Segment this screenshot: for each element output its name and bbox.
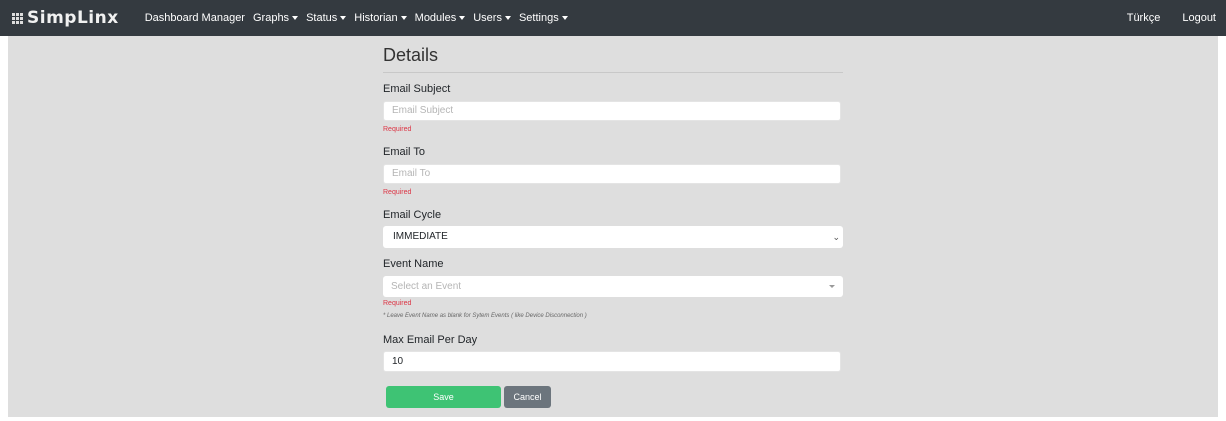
page-title: Details — [383, 45, 439, 65]
nav-modules[interactable]: Modules — [415, 12, 466, 24]
email-cycle-value: IMMEDIATE — [393, 231, 448, 242]
nav-graphs[interactable]: Graphs — [252, 12, 299, 24]
email-subject-input[interactable] — [383, 101, 841, 121]
nav-historian-label: Historian — [354, 12, 398, 24]
language-link[interactable]: Türkçe — [1127, 12, 1161, 24]
top-navbar: SimpLinx Dashboard Manager Graphs Status… — [0, 0, 1226, 36]
nav-modules-label: Modules — [414, 12, 457, 24]
caret-down-icon — [829, 285, 835, 288]
email-cycle-select[interactable]: IMMEDIATE ⌄ — [383, 226, 843, 248]
email-to-input[interactable] — [383, 164, 841, 184]
event-name-label: Event Name — [383, 258, 444, 270]
nav-dashboard-manager[interactable]: Dashboard Manager — [145, 12, 245, 24]
nav-dashboard-manager-label: Dashboard Manager — [144, 12, 245, 24]
nav-historian[interactable]: Historian — [354, 12, 407, 24]
event-name-error: Required — [383, 300, 412, 307]
email-subject-label: Email Subject — [383, 83, 451, 95]
caret-down-icon — [504, 16, 511, 20]
caret-down-icon — [561, 16, 568, 20]
email-to-error: Required — [383, 189, 412, 196]
save-button[interactable]: Save — [386, 386, 501, 408]
nav-status-label: Status — [306, 12, 338, 24]
brand-logo[interactable]: SimpLinx — [12, 8, 119, 28]
nav-graphs-label: Graphs — [252, 12, 290, 24]
brand-name: SimpLinx — [27, 8, 119, 28]
logout-link[interactable]: Logout — [1182, 12, 1216, 24]
title-divider — [383, 72, 843, 73]
caret-down-icon — [292, 16, 299, 20]
event-name-placeholder: Select an Event — [391, 281, 462, 292]
nav-settings-label: Settings — [518, 12, 559, 24]
grid-icon — [12, 12, 23, 24]
caret-down-icon — [400, 16, 407, 20]
max-email-input[interactable] — [383, 351, 841, 372]
email-cycle-label: Email Cycle — [383, 209, 442, 221]
email-to-label: Email To — [383, 146, 425, 158]
cancel-button[interactable]: Cancel — [504, 386, 551, 408]
nav-settings[interactable]: Settings — [519, 12, 568, 24]
event-name-select[interactable]: Select an Event — [383, 276, 843, 297]
nav-status[interactable]: Status — [306, 12, 347, 24]
caret-down-icon — [340, 16, 347, 20]
max-email-label: Max Email Per Day — [383, 334, 478, 346]
email-subject-error: Required — [383, 126, 412, 133]
nav-users[interactable]: Users — [473, 12, 511, 24]
nav-users-label: Users — [473, 12, 502, 24]
chevron-down-icon: ⌄ — [832, 232, 840, 242]
event-name-note: * Leave Event Name as blank for Sytem Ev… — [383, 313, 587, 319]
caret-down-icon — [459, 16, 466, 20]
navbar-right: Türkçe Logout — [1127, 0, 1226, 36]
